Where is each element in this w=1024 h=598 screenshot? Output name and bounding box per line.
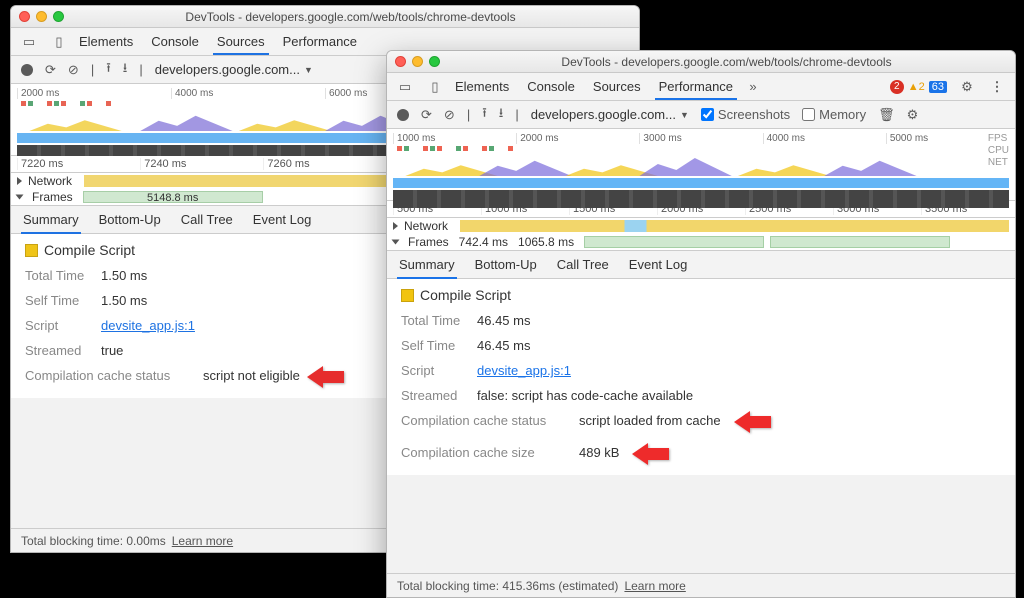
- scripting-color-icon: [401, 289, 414, 302]
- recording-selector[interactable]: developers.google.com...▼: [155, 62, 313, 77]
- tab-bottom-up[interactable]: Bottom-Up: [99, 212, 161, 227]
- event-name: Compile Script: [44, 242, 135, 258]
- record-icon[interactable]: [21, 64, 33, 76]
- minimize-icon[interactable]: [36, 11, 47, 22]
- tab-console[interactable]: Console: [151, 34, 199, 49]
- chevron-down-icon[interactable]: [16, 195, 24, 200]
- network-row-label[interactable]: Network: [28, 174, 72, 188]
- tab-event-log[interactable]: Event Log: [629, 257, 688, 272]
- zoom-icon[interactable]: [429, 56, 440, 67]
- tick: 2000 ms: [17, 88, 171, 99]
- inspect-icon[interactable]: ▭: [395, 77, 415, 97]
- tab-call-tree[interactable]: Call Tree: [557, 257, 609, 272]
- screenshots-checkbox[interactable]: Screenshots: [701, 107, 790, 122]
- memory-checkbox[interactable]: Memory: [802, 107, 866, 122]
- clear-icon[interactable]: ⊘: [444, 107, 455, 123]
- chevron-right-icon[interactable]: [17, 177, 22, 185]
- frame-block[interactable]: [584, 236, 764, 248]
- chevron-down-icon[interactable]: [392, 240, 400, 245]
- trash-icon[interactable]: 🗑: [878, 107, 895, 123]
- info-badge[interactable]: 63: [929, 81, 947, 93]
- tick: 1000 ms: [393, 133, 516, 144]
- more-tabs-icon[interactable]: »: [743, 77, 763, 97]
- frame-block[interactable]: [770, 236, 950, 248]
- event-name: Compile Script: [420, 287, 511, 303]
- error-badge[interactable]: 2: [890, 80, 904, 94]
- capture-settings-gear-icon[interactable]: ⚙: [907, 107, 919, 123]
- tab-elements[interactable]: Elements: [455, 79, 509, 94]
- clear-icon[interactable]: ⊘: [68, 62, 79, 78]
- zoom-icon[interactable]: [53, 11, 64, 22]
- device-toggle-icon[interactable]: ▯: [49, 32, 69, 52]
- upload-icon[interactable]: ⭱: [482, 104, 487, 126]
- learn-more-link[interactable]: Learn more: [624, 579, 685, 593]
- devtools-window-after: DevTools - developers.google.com/web/too…: [386, 50, 1016, 598]
- annotation-arrow-icon: [749, 411, 787, 433]
- download-icon[interactable]: ⭳: [123, 59, 128, 81]
- frames-row-label[interactable]: Frames: [408, 235, 449, 249]
- tab-call-tree[interactable]: Call Tree: [181, 212, 233, 227]
- tab-summary[interactable]: Summary: [399, 257, 455, 272]
- performance-controls: ⟳ ⊘ | ⭱ ⭳ | developers.google.com...▼ Sc…: [387, 101, 1015, 129]
- tab-sources[interactable]: Sources: [217, 34, 265, 49]
- record-icon[interactable]: [397, 109, 409, 121]
- kebab-menu-icon[interactable]: ⋮: [987, 77, 1007, 97]
- titlebar[interactable]: DevTools - developers.google.com/web/too…: [387, 51, 1015, 73]
- main-toolbar: ▭ ▯ Elements Console Sources Performance…: [387, 73, 1015, 101]
- blocking-time-label: Total blocking time: 415.36ms (estimated…: [397, 579, 618, 593]
- window-title: DevTools - developers.google.com/web/too…: [70, 10, 631, 24]
- script-link[interactable]: devsite_app.js:1: [101, 318, 195, 333]
- learn-more-link[interactable]: Learn more: [172, 534, 233, 548]
- network-row-label[interactable]: Network: [404, 219, 448, 233]
- tab-elements[interactable]: Elements: [79, 34, 133, 49]
- analysis-tabs: Summary Bottom-Up Call Tree Event Log: [387, 251, 1015, 279]
- titlebar[interactable]: DevTools - developers.google.com/web/too…: [11, 6, 639, 28]
- frame-block[interactable]: 5148.8 ms: [83, 191, 263, 203]
- tab-bottom-up[interactable]: Bottom-Up: [475, 257, 537, 272]
- warning-badge[interactable]: ▲2: [908, 81, 925, 93]
- tick: 4000 ms: [763, 133, 886, 144]
- chevron-right-icon[interactable]: [393, 222, 398, 230]
- tick: 2000 ms: [516, 133, 639, 144]
- status-bar: Total blocking time: 415.36ms (estimated…: [387, 573, 1015, 597]
- window-title: DevTools - developers.google.com/web/too…: [446, 55, 1007, 69]
- overview-timeline[interactable]: 1000 ms 2000 ms 3000 ms 4000 ms 5000 ms …: [387, 129, 1015, 201]
- download-icon[interactable]: ⭳: [499, 104, 504, 126]
- scripting-color-icon: [25, 244, 38, 257]
- tick: 4000 ms: [171, 88, 325, 99]
- frame-value: 742.4 ms: [459, 235, 508, 249]
- tab-console[interactable]: Console: [527, 79, 575, 94]
- upload-icon[interactable]: ⭱: [106, 59, 111, 81]
- frame-value: 1065.8 ms: [518, 235, 574, 249]
- device-toggle-icon[interactable]: ▯: [425, 77, 445, 97]
- close-icon[interactable]: [395, 56, 406, 67]
- tab-event-log[interactable]: Event Log: [253, 212, 312, 227]
- script-link[interactable]: devsite_app.js:1: [477, 363, 571, 378]
- tick: 3000 ms: [639, 133, 762, 144]
- tab-performance[interactable]: Performance: [659, 79, 733, 94]
- blocking-time-label: Total blocking time: 0.00ms: [21, 534, 166, 548]
- tab-sources[interactable]: Sources: [593, 79, 641, 94]
- recording-selector[interactable]: developers.google.com...▼: [531, 107, 689, 122]
- frames-row-label[interactable]: Frames: [32, 190, 73, 204]
- summary-details: Compile Script Total Time46.45 ms Self T…: [387, 279, 1015, 475]
- reload-icon[interactable]: ⟳: [421, 107, 432, 123]
- annotation-arrow-icon: [647, 443, 685, 465]
- close-icon[interactable]: [19, 11, 30, 22]
- minimize-icon[interactable]: [412, 56, 423, 67]
- gear-icon[interactable]: ⚙: [957, 77, 977, 97]
- tab-summary[interactable]: Summary: [23, 212, 79, 227]
- network-bar: [460, 220, 1009, 232]
- tab-performance[interactable]: Performance: [283, 34, 357, 49]
- inspect-icon[interactable]: ▭: [19, 32, 39, 52]
- reload-icon[interactable]: ⟳: [45, 62, 56, 78]
- annotation-arrow-icon: [322, 366, 360, 388]
